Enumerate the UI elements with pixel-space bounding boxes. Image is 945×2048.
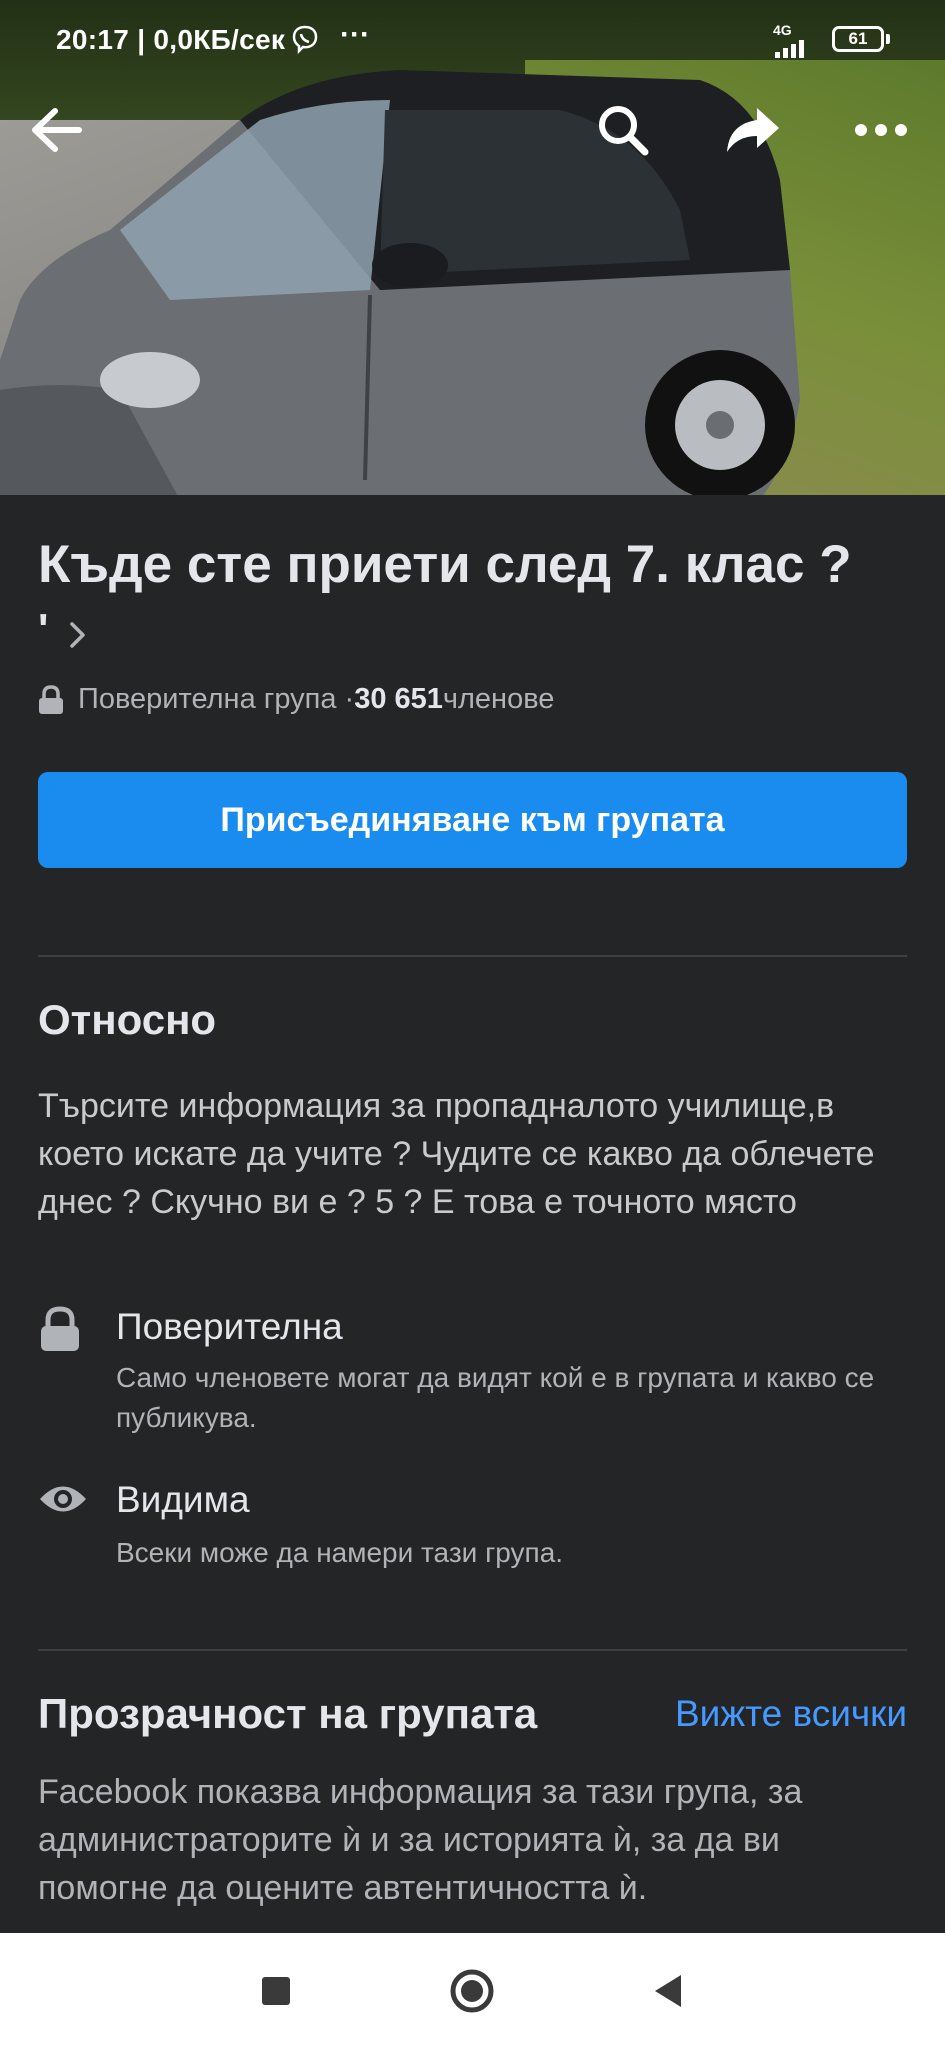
car-photo (0, 70, 800, 495)
battery-icon: 61 (832, 26, 884, 52)
back-button[interactable] (22, 95, 92, 165)
more-dots-icon (855, 124, 907, 136)
group-title[interactable]: Къде сте приети след 7. клас ? (38, 533, 908, 597)
share-icon (727, 108, 779, 152)
share-button[interactable] (718, 95, 788, 165)
group-meta: Поверителна група · 30 651 членове (38, 683, 554, 716)
status-bar: 20:17 | 0,0КБ/сек ··· 4G 61 (0, 0, 945, 80)
battery-level: 61 (848, 29, 868, 48)
back-triangle-icon (655, 1974, 681, 2007)
join-group-button[interactable]: Присъединяване към групата (38, 772, 907, 868)
privacy-subtitle: Само членовете могат да видят кой е в гр… (116, 1362, 875, 1433)
home-circle-icon (450, 1969, 494, 2012)
visibility-subtitle: Всеки може да намери тази група. (116, 1537, 564, 1568)
more-options-button[interactable] (846, 95, 916, 165)
privacy-title: Поверителна (116, 1306, 343, 1347)
home-button[interactable] (422, 1933, 522, 2048)
search-icon (599, 106, 649, 156)
eye-icon (40, 1486, 86, 1512)
group-cover-photo[interactable]: 20:17 | 0,0КБ/сек ··· 4G 61 (0, 0, 945, 495)
lock-icon (41, 1306, 79, 1351)
recents-square-icon (262, 1976, 290, 2005)
transparency-heading: Прозрачност на групата (38, 1690, 538, 1737)
members-word: членове (442, 683, 555, 715)
visibility-title: Видима (116, 1479, 250, 1520)
status-more-dots: ··· (340, 18, 370, 51)
search-button[interactable] (588, 95, 658, 165)
signal-icon (775, 40, 804, 58)
viber-icon (292, 25, 318, 54)
about-heading: Относно (38, 996, 217, 1043)
status-time: 20:17 | 0,0КБ/сек (56, 24, 286, 55)
network-type-label: 4G (773, 22, 792, 38)
about-description: Търсите информация за пропадналото учили… (38, 1087, 875, 1221)
transparency-description: Facebook показва информация за тази груп… (38, 1773, 803, 1907)
privacy-label: Поверителна група · (78, 683, 355, 715)
back-arrow-icon (32, 108, 82, 152)
back-nav-button[interactable] (618, 1933, 718, 2048)
recents-button[interactable] (226, 1933, 326, 2048)
system-nav-bar (0, 1933, 945, 2048)
divider (38, 1649, 907, 1651)
see-all-link[interactable]: Вижте всички (675, 1693, 907, 1735)
chevron-right-icon[interactable] (68, 620, 88, 650)
group-title-tail: ' (38, 605, 49, 654)
divider (38, 955, 907, 957)
lock-icon (39, 684, 63, 714)
member-count[interactable]: 30 651 (354, 683, 443, 716)
